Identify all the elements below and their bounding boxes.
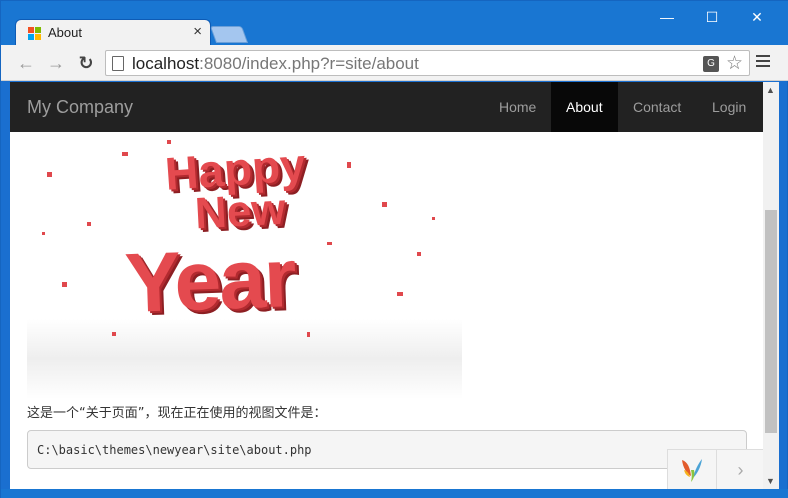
confetti-piece: [87, 222, 91, 226]
intro-text: 这是一个“关于页面”，现在正在使用的视图文件是：: [27, 406, 327, 421]
scroll-down-arrow-icon[interactable]: ▼: [766, 476, 775, 486]
chrome-menu-icon[interactable]: [756, 55, 770, 71]
debug-toolbar-toggle[interactable]: ›: [716, 450, 764, 490]
bookmark-star-icon[interactable]: ☆: [726, 52, 743, 75]
confetti-piece: [42, 232, 45, 235]
url-host: localhost: [132, 54, 200, 73]
nav-login[interactable]: Login: [697, 82, 761, 132]
url-text[interactable]: localhost:8080/index.php?r=site/about: [132, 54, 419, 74]
vertical-scrollbar[interactable]: ▲ ▼: [763, 82, 779, 489]
windows-favicon-icon: [28, 27, 41, 40]
nav-home[interactable]: Home: [484, 82, 551, 132]
confetti-piece: [327, 242, 332, 245]
scroll-up-arrow-icon[interactable]: ▲: [766, 85, 775, 95]
window-bottom-frame: [1, 489, 788, 498]
browser-window: About × — ☐ ✕ ← → ↻ localhost:8080/index…: [0, 0, 788, 498]
close-window-button[interactable]: ✕: [747, 7, 767, 27]
site-navbar: My Company Home About Contact Login: [10, 82, 763, 132]
tab-close-icon[interactable]: ×: [193, 23, 202, 40]
address-bar[interactable]: localhost:8080/index.php?r=site/about G …: [105, 50, 750, 76]
confetti-piece: [62, 282, 67, 287]
forward-icon[interactable]: →: [45, 52, 67, 74]
brand-link[interactable]: My Company: [27, 97, 133, 118]
yii-debug-toolbar: ›: [667, 449, 764, 490]
banner-word-year: Year: [123, 230, 297, 330]
page-viewport: My Company Home About Contact Login Happ…: [10, 82, 763, 489]
view-file-code-block: C:\basic\themes\newyear\site\about.php: [27, 430, 747, 469]
confetti-piece: [122, 152, 128, 156]
reload-icon[interactable]: ↻: [75, 52, 97, 74]
confetti-piece: [432, 217, 435, 220]
confetti-piece: [347, 162, 351, 168]
tab-title: About: [48, 25, 82, 40]
confetti-piece: [112, 332, 116, 336]
confetti-piece: [382, 202, 387, 207]
translate-icon[interactable]: G: [703, 56, 719, 72]
minimize-button[interactable]: —: [657, 7, 677, 27]
yii-logo-icon[interactable]: [678, 456, 706, 484]
happy-new-year-banner: Happy New Year: [27, 132, 462, 399]
confetti-piece: [397, 292, 403, 296]
nav-about[interactable]: About: [551, 82, 618, 132]
confetti-piece: [167, 140, 171, 144]
view-file-path: C:\basic\themes\newyear\site\about.php: [37, 443, 312, 457]
url-path: :8080/index.php?r=site/about: [199, 54, 419, 73]
confetti-piece: [307, 332, 310, 337]
new-tab-button[interactable]: [209, 26, 249, 43]
confetti-piece: [417, 252, 421, 256]
maximize-button[interactable]: ☐: [702, 7, 722, 27]
scrollbar-thumb[interactable]: [765, 210, 777, 433]
browser-toolbar: ← → ↻ localhost:8080/index.php?r=site/ab…: [1, 45, 788, 81]
back-icon[interactable]: ←: [15, 52, 37, 74]
confetti-piece: [47, 172, 52, 177]
tab-about[interactable]: About ×: [15, 19, 211, 46]
page-icon: [112, 56, 124, 71]
title-bar: About × — ☐ ✕: [1, 1, 788, 46]
nav-contact[interactable]: Contact: [618, 82, 696, 132]
